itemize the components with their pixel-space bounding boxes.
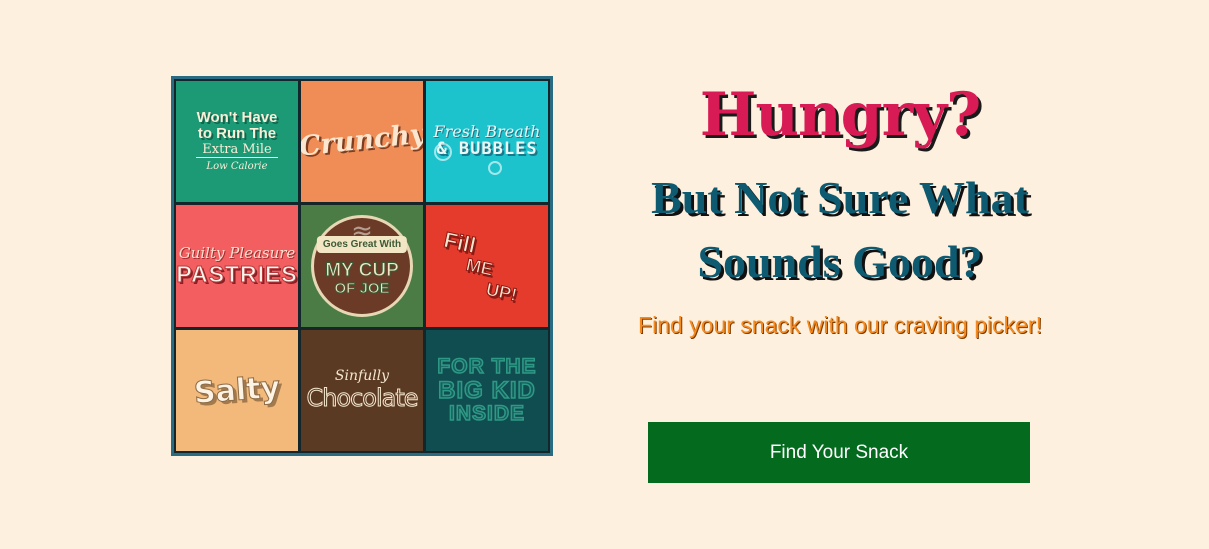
tile-line: Low Calorie — [206, 161, 268, 173]
tile-line: MY CUP — [325, 260, 400, 282]
craving-tile-grid: Won't Have to Run The Extra Mile Low Cal… — [171, 76, 553, 456]
tile-for-the-big-kid-inside[interactable]: FOR THE BIG KID INSIDE — [426, 329, 548, 451]
tile-line: Won't Have — [196, 109, 278, 127]
bubble-icon — [434, 143, 452, 161]
tile-line: BIG KID — [437, 376, 536, 404]
tile-line: Extra Mile — [196, 143, 278, 159]
tile-line: PASTRIES — [176, 260, 298, 287]
subtitle-line: But Not Sure What — [651, 172, 1029, 223]
tile-line: Fill — [441, 226, 479, 258]
tile-crunchy[interactable]: Crunchy — [301, 81, 423, 203]
tile-line: to Run The — [197, 125, 277, 143]
tile-line: Crunchy — [301, 118, 423, 164]
page: Won't Have to Run The Extra Mile Low Cal… — [0, 0, 1209, 549]
page-title: Hungry? — [699, 80, 982, 150]
tile-fresh-breath-bubbles[interactable]: Fresh Breath & BUBBLES — [426, 81, 548, 203]
find-your-snack-button[interactable]: Find Your Snack — [648, 422, 1030, 483]
hero-section: Hungry? But Not Sure What Sounds Good? F… — [620, 80, 1060, 339]
tile-sinfully-chocolate[interactable]: Sinfully Chocolate — [301, 329, 423, 451]
tile-line: Salty — [192, 369, 282, 411]
tile-line: Guilty Pleasure — [178, 244, 296, 263]
subtitle-line: Sounds Good? — [697, 236, 983, 287]
tile-line: FOR THE — [437, 354, 537, 378]
coffee-cup-icon: ≋ Goes Great With MY CUP OF JOE — [311, 214, 413, 317]
tile-line: INSIDE — [448, 401, 525, 426]
page-subtitle: But Not Sure What Sounds Good? — [620, 166, 1060, 294]
tile-line: Chocolate — [306, 384, 419, 413]
tile-guilty-pleasure-pastries[interactable]: Guilty Pleasure PASTRIES — [176, 205, 298, 327]
tile-line: Goes Great With — [316, 235, 408, 253]
tile-line: Sinfully — [334, 368, 390, 385]
tile-my-cup-of-joe[interactable]: ≋ Goes Great With MY CUP OF JOE — [301, 205, 423, 327]
tile-fill-me-up[interactable]: Fill ME UP! — [426, 205, 548, 327]
tile-salty[interactable]: Salty — [176, 329, 298, 451]
tile-low-calorie[interactable]: Won't Have to Run The Extra Mile Low Cal… — [176, 81, 298, 203]
tagline: Find your snack with our craving picker! — [638, 312, 1042, 338]
tile-line: UP! — [484, 278, 519, 305]
tile-line: ME — [464, 254, 496, 280]
tile-line: OF JOE — [334, 280, 390, 298]
bubble-icon — [488, 161, 502, 175]
